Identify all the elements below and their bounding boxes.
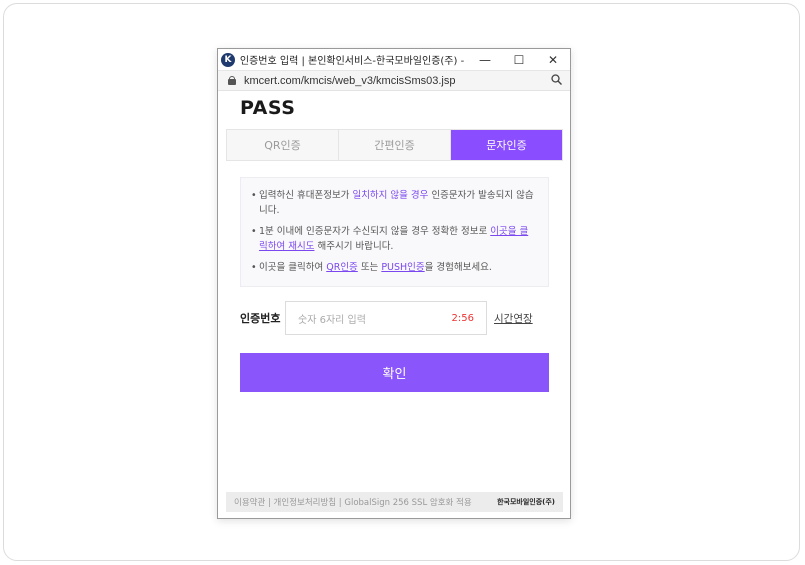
- tab-simple[interactable]: 간편인증: [339, 130, 451, 160]
- auth-code-placeholder: 숫자 6자리 입력: [298, 314, 366, 326]
- title-bar: K 인증번호 입력 | 본인확인서비스-한국모바일인증(주) - G... — …: [218, 49, 570, 71]
- lock-icon: [228, 76, 236, 85]
- page-content: PASS QR인증 간편인증 문자인증 입력하신 휴대폰정보가 일치하지 않을 …: [218, 91, 570, 518]
- extend-time-link[interactable]: 시간연장: [494, 311, 533, 326]
- maximize-icon[interactable]: ☐: [502, 49, 536, 71]
- auth-tabs: QR인증 간편인증 문자인증: [226, 129, 563, 161]
- notice-line-1: 입력하신 휴대폰정보가 일치하지 않을 경우 인증문자가 발송되지 않습니다.: [251, 188, 536, 218]
- notice-line-2: 1분 이내에 인증문자가 수신되지 않을 경우 정확한 정보로 이곳을 클릭하여…: [251, 224, 536, 254]
- notice-line-3: 이곳을 클릭하여 QR인증 또는 PUSH인증을 경험해보세요.: [251, 260, 536, 275]
- auth-code-label: 인증번호: [240, 312, 281, 325]
- notice-box: 입력하신 휴대폰정보가 일치하지 않을 경우 인증문자가 발송되지 않습니다. …: [240, 177, 549, 287]
- qr-auth-link[interactable]: QR인증: [326, 262, 358, 273]
- notice-highlight: 일치하지 않을 경우: [352, 190, 429, 201]
- auth-code-row: 인증번호 숫자 6자리 입력 2:56 시간연장: [240, 301, 560, 335]
- tab-sms[interactable]: 문자인증: [451, 130, 562, 160]
- footer: 이용약관 | 개인정보처리방침 | GlobalSign 256 SSL 암호화…: [226, 492, 563, 512]
- countdown-timer: 2:56: [451, 312, 474, 324]
- pass-logo: PASS: [240, 97, 296, 119]
- push-auth-link[interactable]: PUSH인증: [381, 262, 424, 273]
- footer-links[interactable]: 이용약관 | 개인정보처리방침 | GlobalSign 256 SSL 암호화…: [234, 496, 472, 508]
- close-icon[interactable]: ✕: [536, 49, 570, 71]
- zoom-icon[interactable]: [551, 73, 562, 88]
- url-text[interactable]: kmcert.com/kmcis/web_v3/kmcisSms03.jsp: [244, 75, 456, 87]
- confirm-button[interactable]: 확인: [240, 353, 549, 392]
- app-icon: K: [221, 52, 235, 67]
- auth-code-input[interactable]: 숫자 6자리 입력 2:56: [285, 301, 487, 335]
- window-title: 인증번호 입력 | 본인확인서비스-한국모바일인증(주) - G...: [239, 56, 468, 67]
- popup-window: K 인증번호 입력 | 본인확인서비스-한국모바일인증(주) - G... — …: [217, 48, 571, 519]
- minimize-icon[interactable]: —: [468, 49, 502, 71]
- footer-brand: 한국모바일인증(주): [497, 498, 555, 506]
- address-bar: kmcert.com/kmcis/web_v3/kmcisSms03.jsp: [218, 71, 570, 91]
- tab-qr[interactable]: QR인증: [227, 130, 339, 160]
- window-controls: — ☐ ✕: [468, 49, 570, 71]
